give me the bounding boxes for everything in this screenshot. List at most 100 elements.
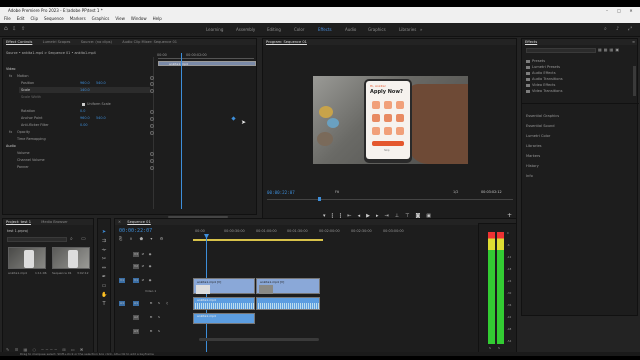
track-a3-solo[interactable]: S [156, 329, 162, 334]
ec-clip-bar[interactable]: ankita1.mp4 [158, 61, 256, 66]
effects-item-lumetri[interactable]: Lumetri Presets [526, 65, 560, 69]
effects-item-presets[interactable]: Presets [526, 59, 545, 63]
panel-info[interactable]: Info [526, 174, 533, 178]
close-sequence-icon[interactable]: ✕ [118, 220, 121, 224]
project-thumb-ankita[interactable] [8, 247, 46, 269]
timeline-scrollbar[interactable] [199, 338, 319, 341]
maximize-icon[interactable]: □ [614, 7, 624, 15]
workspace-assembly[interactable]: Assembly [236, 27, 255, 32]
workspace-editing[interactable]: Editing [267, 27, 281, 32]
keyframe-diamond[interactable] [231, 116, 236, 121]
uniform-scale-checkbox[interactable] [82, 103, 85, 106]
program-video-frame[interactable]: Hi, Ankita! Apply Now? Skip [313, 76, 468, 164]
track-v2-target[interactable]: V2 [133, 264, 139, 269]
track-v1-eye-icon[interactable]: ◉ [147, 278, 153, 283]
panel-essential-sound[interactable]: Essential Sound [526, 124, 555, 128]
track-a3-mute[interactable]: M [148, 329, 154, 334]
rectangle-tool-icon[interactable]: ▭ [101, 283, 107, 289]
tab-effect-controls[interactable]: Effect Controls [6, 40, 32, 44]
video-clip-1[interactable]: ankita1.mp4 [V] [193, 278, 255, 294]
work-area-bar[interactable] [193, 239, 323, 241]
fullscreen-icon[interactable]: ⤢ [628, 26, 632, 32]
workspace-libraries[interactable]: Libraries [399, 27, 416, 32]
track-a1-target[interactable]: A1 [133, 301, 139, 306]
ec-position-y[interactable]: 540.0 [96, 81, 106, 85]
menu-sequence[interactable]: Sequence [44, 15, 64, 23]
workspace-effects[interactable]: Effects [318, 27, 332, 32]
audio-clip-a1-2[interactable] [256, 297, 320, 310]
import-icon[interactable]: ⇩ [12, 26, 16, 32]
effects-scrollbar[interactable] [633, 66, 636, 96]
menu-view[interactable]: View [115, 15, 125, 23]
menu-help[interactable]: Help [153, 15, 162, 23]
ec-time-remapping[interactable]: Time Remapping [17, 137, 46, 141]
razor-tool-icon[interactable]: ✂ [101, 256, 107, 262]
project-newbin-icon[interactable]: ▭ [81, 236, 86, 242]
ec-motion[interactable]: Motion [17, 74, 29, 78]
ec-opacity[interactable]: Opacity [17, 130, 30, 134]
ec-reset-antiflicker-icon[interactable] [150, 124, 154, 128]
effects-filter-icons[interactable]: ▦▦▦▣ [598, 47, 621, 52]
menu-graphics[interactable]: Graphics [92, 15, 110, 23]
track-a1-solo[interactable]: S [156, 301, 162, 306]
ec-reset-scale-icon[interactable] [150, 89, 154, 93]
effects-panel-menu-icon[interactable]: ≡ [632, 39, 635, 45]
track-a2-mute[interactable]: M [148, 315, 154, 320]
search-icon[interactable]: ⌕ [604, 26, 607, 32]
tab-audio-clip-mixer[interactable]: Audio Clip Mixer: Sequence 01 [122, 40, 177, 44]
track-v1-sync-icon[interactable]: ⇄ [140, 278, 146, 283]
notifications-icon[interactable]: ♪ [616, 26, 619, 32]
menu-window[interactable]: Window [131, 15, 147, 23]
panel-libraries[interactable]: Libraries [526, 144, 542, 148]
effects-item-audio-effects[interactable]: Audio Effects [526, 71, 556, 75]
workspaces-more-icon[interactable]: » [420, 27, 422, 32]
track-v1-target[interactable]: V1 [133, 278, 139, 283]
track-v2-sync-icon[interactable]: ⇄ [140, 264, 146, 269]
ec-panner[interactable]: Panner [17, 165, 29, 169]
panel-lumetri-color[interactable]: Lumetri Color [526, 134, 550, 138]
ec-reset-position-icon[interactable] [150, 82, 154, 86]
effects-panel-title[interactable]: Effects [525, 40, 537, 44]
menu-file[interactable]: File [4, 15, 11, 23]
minimize-icon[interactable]: – [602, 7, 612, 15]
ec-reset-motion-icon[interactable] [150, 76, 154, 80]
ec-anchor-y[interactable]: 540.0 [96, 116, 106, 120]
program-scrub-bar[interactable] [267, 199, 513, 200]
program-fit-select[interactable]: Fit [335, 190, 339, 194]
track-a1-mute[interactable]: M [148, 301, 154, 306]
track-v3-target[interactable]: V3 [133, 252, 139, 257]
tab-lumetri-scopes[interactable]: Lumetri Scopes [43, 40, 71, 44]
project-thumb-sequence[interactable] [52, 247, 90, 269]
ec-reset-anchor-icon[interactable] [150, 117, 154, 121]
ec-scale-value[interactable]: 140.0 [80, 88, 90, 92]
effects-item-audio-transitions[interactable]: Audio Transitions [526, 77, 563, 81]
ec-reset-panner-icon[interactable] [150, 166, 154, 170]
ec-playhead[interactable] [181, 53, 182, 209]
audio-clip-a2[interactable]: ankita1.mp4 [193, 313, 255, 324]
timeline-timecode[interactable]: 00:00:22:07 [119, 228, 152, 234]
track-v3-eye-icon[interactable]: ◉ [147, 252, 153, 257]
ec-fx-motion-icon[interactable]: fx [9, 74, 12, 78]
pen-tool-icon[interactable]: ✒ [101, 274, 107, 280]
program-quality-select[interactable]: 1/2 [453, 190, 458, 194]
track-v2-eye-icon[interactable]: ◉ [147, 264, 153, 269]
meter-solo-right[interactable]: S [498, 346, 500, 350]
project-search-input[interactable] [7, 237, 67, 242]
panel-markers[interactable]: Markers [526, 154, 540, 158]
ec-reset-channel-icon[interactable] [150, 159, 154, 163]
close-icon[interactable]: ✕ [626, 7, 636, 15]
ec-reset-volume-icon[interactable] [150, 152, 154, 156]
menu-edit[interactable]: Edit [17, 15, 25, 23]
track-a2-solo[interactable]: S [156, 315, 162, 320]
audio-clip-a1-1[interactable]: ankita1.mp4 [193, 297, 255, 310]
ec-antiflicker-value[interactable]: 0.00 [80, 123, 88, 127]
panel-history[interactable]: History [526, 164, 539, 168]
ec-channel-volume[interactable]: Channel Volume [17, 158, 45, 162]
type-tool-icon[interactable]: T [101, 301, 107, 307]
workspace-learning[interactable]: Learning [206, 27, 223, 32]
program-monitor-title[interactable]: Program: Sequence 01 [266, 40, 307, 44]
panel-essential-graphics[interactable]: Essential Graphics [526, 114, 559, 118]
ec-rotation-value[interactable]: 0.0 [80, 109, 85, 113]
ec-fx-opacity-icon[interactable]: fx [9, 130, 12, 134]
workspace-graphics[interactable]: Graphics [368, 27, 386, 32]
